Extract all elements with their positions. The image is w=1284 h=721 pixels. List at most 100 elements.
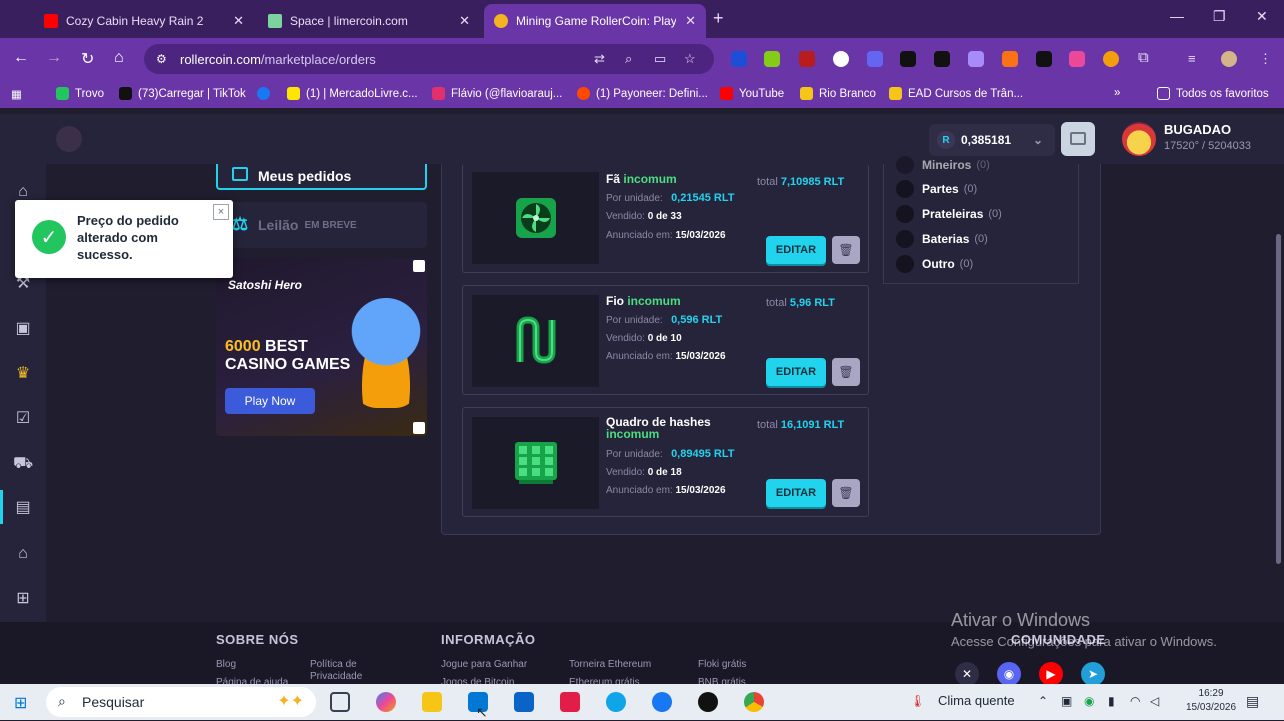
- discord-icon[interactable]: ◉: [997, 662, 1021, 686]
- edge-icon[interactable]: [606, 692, 626, 712]
- all-bookmarks[interactable]: Todos os favoritos: [1157, 87, 1269, 100]
- bookmarks-overflow-icon[interactable]: »: [1114, 87, 1120, 99]
- nav-tasks-icon[interactable]: ☑: [13, 409, 33, 429]
- zoom-icon[interactable]: ⌕: [625, 51, 632, 67]
- bookmark-item[interactable]: (1) Payoneer: Defini...: [577, 87, 708, 100]
- home-icon[interactable]: ⌂: [114, 49, 124, 67]
- footer-link[interactable]: Floki grátis: [698, 659, 746, 670]
- extension-vpn-icon[interactable]: [867, 51, 883, 67]
- app-icon[interactable]: [698, 692, 718, 712]
- bookmark-item[interactable]: Trovo: [56, 87, 104, 100]
- weather-text[interactable]: Clima quente: [938, 693, 1015, 708]
- footer-link[interactable]: Torneira Ethereum: [569, 659, 651, 670]
- bookmark-star-icon[interactable]: ☆: [684, 51, 696, 67]
- bookmark-item[interactable]: Flávio (@flavioarauj...: [432, 87, 562, 100]
- extension-fox-icon[interactable]: [1002, 51, 1018, 67]
- delete-order-button[interactable]: 🗑: [832, 479, 860, 507]
- nav-games-icon[interactable]: ▣: [13, 319, 33, 339]
- youtube-icon[interactable]: ▶: [1039, 662, 1063, 686]
- extension-leaf-icon[interactable]: [764, 51, 780, 67]
- toast-close-icon[interactable]: ×: [213, 204, 229, 220]
- reading-list-icon[interactable]: ≡: [1188, 51, 1196, 66]
- nav-crown-icon[interactable]: ♛: [13, 364, 33, 384]
- file-explorer-icon[interactable]: [422, 692, 442, 712]
- telegram-icon[interactable]: ➤: [1081, 662, 1105, 686]
- notifications-icon[interactable]: ▤: [1246, 693, 1259, 710]
- window-close-icon[interactable]: ✕: [1256, 8, 1268, 25]
- nav-store-icon[interactable]: ⛟: [13, 454, 33, 474]
- chrome-icon[interactable]: [744, 692, 764, 712]
- tab-close-icon[interactable]: ✕: [233, 13, 244, 29]
- ad-info-icon[interactable]: [413, 422, 425, 434]
- adchoices-icon[interactable]: [413, 260, 425, 272]
- balance-dropdown[interactable]: R 0,385181 ⌄: [929, 124, 1055, 156]
- footer-link[interactable]: Jogue para Ganhar: [441, 659, 527, 670]
- my-orders-button[interactable]: Meus pedidos: [216, 164, 427, 190]
- profile-avatar-icon[interactable]: [1221, 51, 1237, 67]
- x-twitter-icon[interactable]: ✕: [955, 662, 979, 686]
- reload-icon[interactable]: ↻: [81, 49, 94, 69]
- extension-s-icon[interactable]: [934, 51, 950, 67]
- site-info-icon[interactable]: ⚙: [156, 52, 167, 66]
- system-clock[interactable]: 16:29 15/03/2026: [1186, 687, 1236, 715]
- tab-close-icon[interactable]: ✕: [459, 13, 470, 29]
- forward-arrow-icon[interactable]: →: [46, 49, 62, 67]
- delete-order-button[interactable]: 🗑: [832, 236, 860, 264]
- tray-chevron-icon[interactable]: ⌃: [1038, 694, 1048, 708]
- extension-pink-icon[interactable]: [1069, 51, 1085, 67]
- nav-bank-icon[interactable]: ⌂: [13, 544, 33, 564]
- filter-other[interactable]: Outro (0): [896, 255, 973, 273]
- apps-grid-icon[interactable]: ▦: [11, 87, 22, 101]
- username[interactable]: BUGADAO: [1164, 122, 1231, 137]
- wps-icon[interactable]: [560, 692, 580, 712]
- extension-a-icon[interactable]: [900, 51, 916, 67]
- edit-order-button[interactable]: EDITAR: [766, 479, 826, 507]
- extension-slash-icon[interactable]: [1036, 51, 1052, 67]
- browser-tab-1[interactable]: Cozy Cabin Heavy Rain 2 ✕: [34, 4, 254, 38]
- back-arrow-icon[interactable]: ←: [13, 49, 29, 67]
- extensions-puzzle-icon[interactable]: ⧉: [1138, 49, 1149, 66]
- taskbar-search[interactable]: ⌕ Pesquisar ✦✦: [46, 687, 316, 717]
- nav-gift-icon[interactable]: ⊞: [13, 589, 33, 609]
- volume-icon[interactable]: ◁: [1150, 694, 1159, 708]
- bookmark-item[interactable]: (73)Carregar | TikTok: [119, 87, 246, 100]
- rollercoin-logo-icon[interactable]: [56, 126, 82, 152]
- extension-red-icon[interactable]: [799, 51, 815, 67]
- task-view-icon[interactable]: [330, 692, 350, 712]
- bookmark-item[interactable]: [257, 87, 276, 100]
- edit-order-button[interactable]: EDITAR: [766, 236, 826, 264]
- footer-link[interactable]: Política de Privacidade: [310, 659, 390, 683]
- extension-shield-icon[interactable]: [731, 51, 747, 67]
- microphone-icon[interactable]: ▮: [1108, 694, 1115, 708]
- filter-parts[interactable]: Partes (0): [896, 180, 977, 198]
- filter-racks[interactable]: Prateleiras (0): [896, 205, 1002, 223]
- outlook-icon[interactable]: [514, 692, 534, 712]
- browser-tab-2[interactable]: Space | limercoin.com ✕: [258, 4, 480, 38]
- edit-order-button[interactable]: EDITAR: [766, 358, 826, 386]
- wallet-button[interactable]: [1061, 122, 1095, 156]
- new-tab-icon[interactable]: +: [713, 8, 724, 29]
- browser-tab-3-active[interactable]: Mining Game RollerCoin: Play f ✕: [484, 4, 706, 38]
- avatar[interactable]: [1122, 122, 1156, 156]
- copilot-icon[interactable]: [376, 692, 396, 712]
- ad-play-now-button[interactable]: Play Now: [225, 388, 315, 414]
- bookmark-item[interactable]: EAD Cursos de Trân...: [889, 87, 1023, 100]
- chrome-menu-icon[interactable]: ⋮: [1259, 51, 1272, 67]
- nav-marketplace-icon[interactable]: ▤: [13, 498, 33, 518]
- extension-face-icon[interactable]: [833, 51, 849, 67]
- translate-icon[interactable]: ⇄: [594, 51, 605, 67]
- windows-start-icon[interactable]: ⊞: [14, 693, 27, 713]
- bookmark-item[interactable]: Rio Branco: [800, 87, 876, 100]
- page-scrollbar[interactable]: [1276, 234, 1281, 564]
- filter-batteries[interactable]: Baterias (0): [896, 230, 988, 248]
- delete-order-button[interactable]: 🗑: [832, 358, 860, 386]
- facebook-icon[interactable]: [652, 692, 672, 712]
- tab-close-icon[interactable]: ✕: [685, 13, 696, 29]
- minimize-icon[interactable]: —: [1170, 8, 1184, 24]
- cast-icon[interactable]: ▭: [654, 51, 666, 67]
- extension-nc-icon[interactable]: [1103, 51, 1119, 67]
- bookmark-item[interactable]: (1) | MercadoLivre.c...: [287, 87, 418, 100]
- maximize-icon[interactable]: ❐: [1213, 8, 1226, 25]
- wifi-icon[interactable]: ◠: [1130, 694, 1140, 708]
- bookmark-item[interactable]: YouTube: [720, 87, 784, 100]
